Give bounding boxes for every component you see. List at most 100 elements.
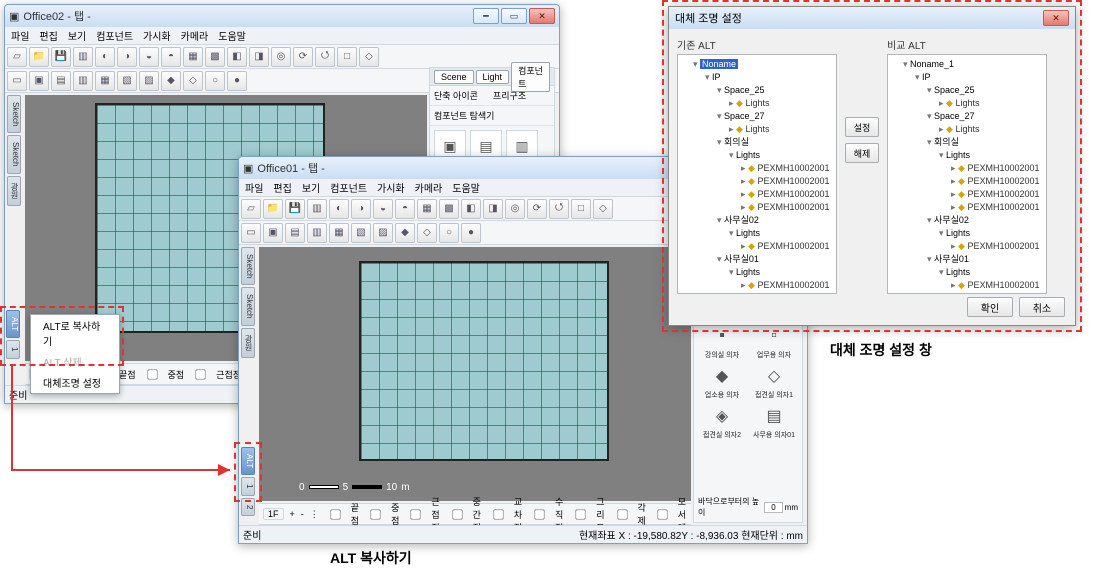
titlebar[interactable]: ▣ Office02 - 탭 - ━ ▭ ✕ [5,5,559,27]
toolbar-icon[interactable]: ▦ [95,71,115,91]
toolbar-icon[interactable]: ◆ [395,223,415,243]
toolbar-icon[interactable]: ▥ [307,223,327,243]
snap-checkbox[interactable] [330,509,340,519]
panel-tab-light[interactable]: Light [476,70,510,84]
toolbar-icon[interactable]: ◐ [95,47,115,67]
toolbar-open-icon[interactable]: 📁 [29,47,49,67]
toolbar-icon[interactable]: ◇ [359,47,379,67]
menu-item[interactable]: 카메라 [181,28,209,43]
menu-item[interactable]: 파일 [11,28,29,43]
toolbar-icon[interactable]: □ [337,47,357,67]
toolbar-new-icon[interactable]: ▱ [241,199,261,219]
toolbar-icon[interactable]: ◑ [351,199,371,219]
maximize-button[interactable]: ▭ [501,8,527,24]
toolbar-icon[interactable]: ◐ [329,199,349,219]
left-tab-sketch2[interactable]: Sketch [241,287,255,325]
toolbar-icon[interactable]: ◇ [183,71,203,91]
toolbar-icon[interactable]: ▨ [139,71,159,91]
toolbar-icon[interactable]: ⟳ [527,199,547,219]
toolbar-save-icon[interactable]: 💾 [51,47,71,67]
menu-item[interactable]: 카메라 [415,180,443,195]
panel-btn[interactable]: 단축 아이콘 [434,89,491,102]
component-item[interactable]: ◈접견실 의자2 [698,402,746,440]
toolbar-icon[interactable]: ▩ [205,47,225,67]
snap-checkbox[interactable] [452,509,462,519]
toolbar-icon[interactable]: ◒ [373,199,393,219]
left-tab-sketch2[interactable]: Sketch [7,135,21,173]
component-item[interactable]: ◇접견실 의자1 [750,362,798,400]
menu-item[interactable]: 보기 [302,180,320,195]
toolbar-icon[interactable]: ⭯ [549,199,569,219]
toolbar-icon[interactable]: ▣ [29,71,49,91]
toolbar-icon[interactable]: ▧ [351,223,371,243]
left-tab-sketch[interactable]: Sketch [241,247,255,285]
toolbar-open-icon[interactable]: 📁 [263,199,283,219]
toolbar-icon[interactable]: ◨ [483,199,503,219]
panel-btn[interactable]: 컴포넌트 탐색기 [434,109,550,122]
toolbar-icon[interactable]: ▤ [285,223,305,243]
menu-item[interactable]: 컴포넌트 [330,180,367,195]
toolbar-icon[interactable]: ▦ [417,199,437,219]
toolbar-icon[interactable]: ◆ [161,71,181,91]
zoom-plus-icon[interactable]: + [290,509,295,519]
toolbar-icon[interactable]: ▭ [241,223,261,243]
toolbar-icon[interactable]: ▥ [307,199,327,219]
toolbar-icon[interactable]: ◇ [593,199,613,219]
snap-checkbox[interactable] [534,509,544,519]
toolbar-icon[interactable]: ○ [439,223,459,243]
menu-item[interactable]: 도움말 [452,180,480,195]
panel-tab-scene[interactable]: Scene [434,70,474,84]
component-item[interactable]: ▤사무용 의자01 [750,402,798,440]
snap-checkbox[interactable] [657,509,667,519]
menu-item[interactable]: 가시화 [143,28,171,43]
toolbar-icon[interactable]: ◎ [271,47,291,67]
panel-btn[interactable]: 프리구조 [493,89,550,102]
left-tab-light[interactable]: 광원 [7,176,21,206]
menu-item[interactable]: 도움말 [218,28,246,43]
toolbar-save-icon[interactable]: 💾 [285,199,305,219]
toolbar-icon[interactable]: ▧ [117,71,137,91]
menu-item[interactable]: 파일 [245,180,263,195]
snap-checkbox[interactable] [617,509,627,519]
toolbar-icon[interactable]: ◓ [395,199,415,219]
toolbar-icon[interactable]: ● [227,71,247,91]
floor-combo[interactable]: 1F [263,508,284,520]
toolbar-icon[interactable]: ▭ [7,71,27,91]
toolbar-icon[interactable]: ◧ [461,199,481,219]
snap-checkbox[interactable] [370,509,380,519]
toolbar-icon[interactable]: ▦ [329,223,349,243]
snap-checkbox[interactable] [411,509,421,519]
snap-checkbox[interactable] [576,509,586,519]
menu-item[interactable]: 가시화 [377,180,405,195]
panel-tab-component[interactable]: 컴포넌트 [511,62,550,92]
menu-item[interactable]: 편집 [39,28,57,43]
toolbar-icon[interactable]: ⭯ [315,47,335,67]
toolbar-icon[interactable]: ◒ [139,47,159,67]
toolbar-icon[interactable]: ◑ [117,47,137,67]
toolbar-icon[interactable]: ▤ [51,71,71,91]
minimize-button[interactable]: ━ [473,8,499,24]
component-item[interactable]: ◆업소용 의자 [698,362,746,400]
toolbar-icon[interactable]: ⟳ [293,47,313,67]
menu-item[interactable]: 편집 [273,180,291,195]
toolbar-icon[interactable]: ▥ [73,71,93,91]
close-button[interactable]: ✕ [529,8,555,24]
toolbar-icon[interactable]: ◓ [161,47,181,67]
left-tab-sketch[interactable]: Sketch [7,95,21,133]
toolbar-icon[interactable]: ● [461,223,481,243]
more-icon[interactable]: ⋮ [310,509,319,520]
toolbar-icon[interactable]: ◨ [249,47,269,67]
menu-item[interactable]: 보기 [68,28,86,43]
toolbar-icon[interactable]: ◧ [227,47,247,67]
toolbar-icon[interactable]: ▦ [183,47,203,67]
viewport[interactable]: 0 5 10 m [259,247,691,501]
left-tab-light[interactable]: 광원 [241,328,255,358]
toolbar-icon[interactable]: ◎ [505,199,525,219]
toolbar-icon[interactable]: ▩ [439,199,459,219]
toolbar-new-icon[interactable]: ▱ [7,47,27,67]
toolbar-icon[interactable]: ◇ [417,223,437,243]
toolbar-icon[interactable]: ○ [205,71,225,91]
zoom-minus-icon[interactable]: - [301,509,304,519]
toolbar-view-icon[interactable]: ▥ [73,47,93,67]
toolbar-icon[interactable]: ▣ [263,223,283,243]
